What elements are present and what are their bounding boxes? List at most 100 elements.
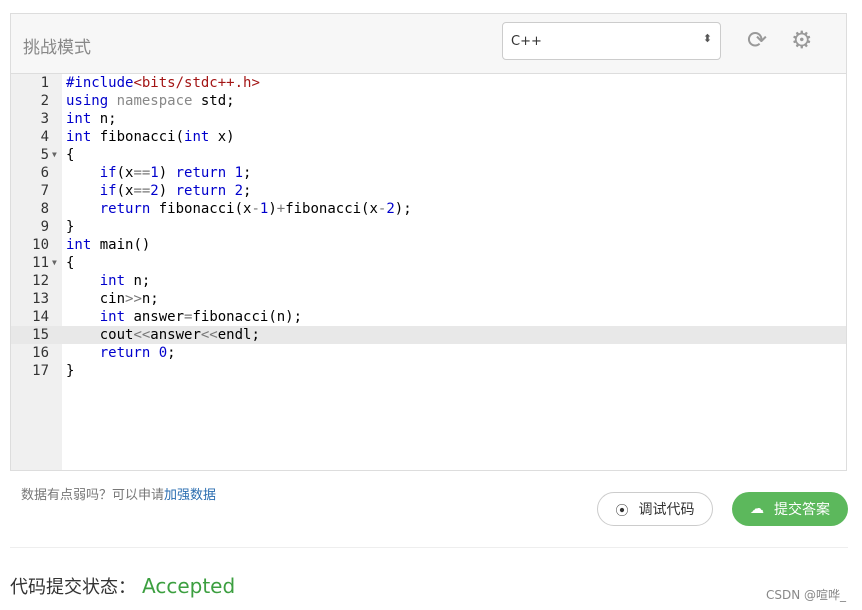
code-line[interactable]: 10 int main(): [11, 236, 846, 254]
code-token: n;: [141, 291, 159, 307]
code-token: int: [66, 237, 92, 253]
status-label: 代码提交状态：: [10, 577, 136, 598]
watermark: CSDN @喧哗_: [765, 588, 846, 602]
code-text: {: [66, 146, 74, 164]
divider: [10, 547, 848, 548]
code-token: int: [66, 129, 92, 145]
code-line[interactable]: 17}: [11, 362, 846, 380]
code-token: (x: [116, 183, 134, 199]
code-token: 0: [158, 345, 168, 361]
code-text: using namespace std;: [66, 92, 235, 110]
code-token: x): [209, 129, 235, 145]
gear-icon[interactable]: ⚙: [791, 28, 813, 52]
fold-arrow-icon[interactable]: ▼: [52, 146, 57, 164]
data-hint: 数据有点弱吗？可以申请加强数据: [21, 484, 216, 503]
code-token: ): [268, 201, 277, 217]
code-token: endl;: [217, 327, 260, 343]
code-text: return fibonacci(x-1)+fibonacci(x-2);: [66, 200, 412, 218]
code-line[interactable]: 8 return fibonacci(x-1)+fibonacci(x-2);: [11, 200, 846, 218]
code-line[interactable]: 7 if(x==2) return 2;: [11, 182, 846, 200]
code-token: n;: [91, 111, 117, 127]
code-token: ;: [243, 165, 252, 181]
code-token: return: [175, 165, 227, 181]
chevron-updown-icon: ⬍: [702, 32, 712, 45]
language-value: C++: [511, 34, 542, 49]
code-token: }: [66, 363, 75, 379]
code-token: }: [66, 219, 75, 235]
code-token: 2: [150, 183, 159, 199]
line-number: 8: [40, 201, 49, 217]
code-token: ;: [243, 183, 252, 199]
code-token: cin: [66, 291, 126, 307]
debug-code-button[interactable]: ⦿ 调试代码: [597, 492, 713, 526]
code-line[interactable]: 1 #include<bits/stdc++.h>: [11, 74, 846, 92]
code-token: ==: [133, 165, 151, 181]
line-number: 10: [32, 237, 49, 253]
code-token: std;: [192, 93, 235, 109]
code-token: 2: [234, 183, 244, 199]
code-token: {: [66, 147, 75, 163]
code-token: ;: [167, 345, 176, 361]
code-token: answer: [150, 327, 201, 343]
code-line[interactable]: 16 return 0;: [11, 344, 846, 362]
submission-status: 代码提交状态： Accepted: [10, 573, 235, 599]
hint-text: 数据有点弱吗？可以申请: [21, 488, 165, 503]
code-line[interactable]: 5 ▼ {: [11, 146, 846, 164]
code-token: 1: [150, 165, 159, 181]
code-text: return 0;: [66, 344, 176, 362]
code-line[interactable]: 15 cout<<answer<<endl;: [11, 326, 846, 344]
submit-label: 提交答案: [774, 502, 830, 518]
code-token: {: [66, 255, 75, 271]
code-line[interactable]: 4 int fibonacci(int x): [11, 128, 846, 146]
code-token: return: [99, 201, 151, 217]
mode-title: 挑战模式: [23, 38, 91, 58]
language-select[interactable]: C++ ⬍: [502, 22, 721, 60]
cloud-upload-icon: ☁: [750, 501, 764, 517]
code-token: ): [158, 165, 176, 181]
code-token: answer: [125, 309, 185, 325]
line-number: 2: [40, 93, 49, 109]
code-token: <<: [200, 327, 218, 343]
code-token: ==: [133, 183, 151, 199]
code-token: if: [99, 165, 117, 181]
code-token: 2: [386, 201, 395, 217]
code-token: return: [99, 345, 151, 361]
status-value: Accepted: [142, 574, 236, 598]
code-line[interactable]: 9}: [11, 218, 846, 236]
code-line[interactable]: 6 if(x==1) return 1;: [11, 164, 846, 182]
code-text: int answer=fibonacci(n);: [66, 308, 302, 326]
panel-header: 挑战模式 C++ ⬍ ⟳ ⚙: [11, 14, 846, 74]
code-line[interactable]: 11 ▼ {: [11, 254, 846, 272]
code-text: }: [66, 218, 74, 236]
line-number: 13: [32, 291, 49, 307]
code-token: if: [99, 183, 117, 199]
code-text: if(x==1) return 1;: [66, 164, 252, 182]
code-editor[interactable]: 1 #include<bits/stdc++.h> 2 using namespace…: [11, 74, 846, 470]
code-line[interactable]: 13 cin>>n;: [11, 290, 846, 308]
play-circle-icon: ⦿: [615, 503, 629, 519]
fold-arrow-icon[interactable]: ▼: [52, 254, 57, 272]
line-number: 5: [40, 147, 49, 163]
code-token: fibonacci(: [91, 129, 185, 145]
code-text: int main(): [66, 236, 150, 254]
code-line[interactable]: 3 int n;: [11, 110, 846, 128]
line-number: 16: [32, 345, 49, 361]
code-token: int: [99, 309, 126, 325]
code-text: cout<<answer<<endl;: [66, 326, 260, 344]
code-text: }: [66, 362, 74, 380]
submit-answer-button[interactable]: ☁ 提交答案: [732, 492, 848, 526]
code-token: return: [175, 183, 227, 199]
code-lines[interactable]: 1 #include<bits/stdc++.h> 2 using namespace…: [11, 74, 846, 380]
code-text: {: [66, 254, 74, 272]
code-line[interactable]: 2 using namespace std;: [11, 92, 846, 110]
code-line[interactable]: 14 int answer=fibonacci(n);: [11, 308, 846, 326]
code-line[interactable]: 12 int n;: [11, 272, 846, 290]
refresh-icon[interactable]: ⟳: [747, 28, 767, 52]
strengthen-data-link[interactable]: 加强数据: [164, 488, 216, 503]
line-number: 1: [40, 75, 49, 91]
line-number: 6: [40, 165, 49, 181]
code-token: -: [251, 201, 260, 217]
